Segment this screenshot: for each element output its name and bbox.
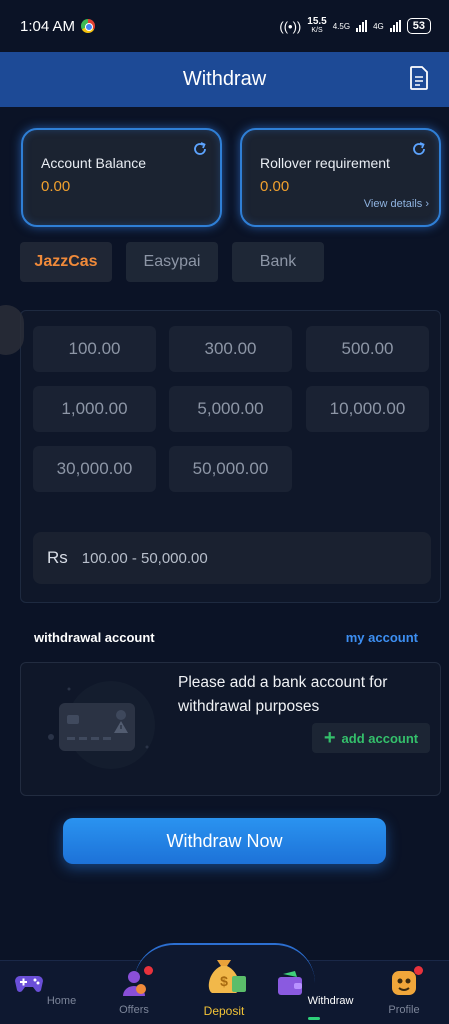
view-details-label: View details (363, 198, 423, 210)
nav-home-label: Home (46, 995, 77, 1007)
svg-text:$: $ (220, 973, 228, 989)
nav-profile-label: Profile (388, 1004, 420, 1016)
tab-easypaisa[interactable]: Easypai (126, 242, 218, 282)
profile-icon (389, 966, 423, 998)
nav-home[interactable]: Home (5, 964, 85, 1007)
signal-icon-2 (389, 20, 401, 32)
money-bag-icon: $ (208, 960, 246, 993)
add-account-button[interactable]: + add account (312, 723, 430, 753)
account-balance-value: 0.00 (41, 178, 71, 195)
net-type-1: 4.5G (332, 21, 351, 31)
amount-option[interactable]: 300.00 (169, 326, 292, 372)
withdraw-now-label: Withdraw Now (166, 830, 283, 851)
gamepad-icon (14, 976, 43, 992)
tab-label: Bank (259, 253, 297, 270)
add-account-message: Please add a bank account for withdrawal… (178, 674, 388, 715)
nav-offers[interactable]: Offers (94, 964, 174, 1016)
status-time: 1:04 AM (20, 17, 76, 35)
net-speed-value: 15.5 (307, 16, 327, 27)
top-bar: Withdraw (0, 52, 449, 107)
chevron-right-icon: › (425, 198, 429, 210)
withdrawal-account-title: withdrawal account (34, 630, 155, 645)
page-title: Withdraw (182, 68, 267, 90)
signal-icon (356, 20, 368, 32)
tab-jazzcash[interactable]: JazzCas (20, 242, 112, 282)
floating-side-handle[interactable] (0, 305, 24, 355)
tab-label: JazzCas (34, 253, 98, 270)
tab-label: Easypai (143, 253, 201, 270)
amount-input[interactable]: Rs 100.00 - 50,000.00 (33, 532, 431, 584)
account-balance-label: Account Balance (41, 155, 147, 171)
notification-badge (144, 966, 153, 975)
notification-badge (414, 966, 423, 975)
nav-withdraw[interactable]: Withdraw (274, 964, 354, 1007)
wallet-icon (277, 971, 302, 995)
rollover-value: 0.00 (260, 178, 290, 195)
rollover-label: Rollover requirement (260, 155, 390, 171)
withdrawal-account-box: Please add a bank account for withdrawal… (20, 662, 441, 796)
nav-deposit-label: Deposit (203, 1004, 245, 1018)
battery-icon: 53 (406, 18, 431, 34)
add-account-label: add account (341, 730, 419, 746)
tab-bank[interactable]: Bank (232, 242, 324, 282)
plus-icon: + (323, 727, 336, 749)
nav-offers-label: Offers (119, 1004, 149, 1016)
amount-option[interactable]: 10,000.00 (306, 386, 429, 432)
currency-label: Rs (47, 548, 68, 567)
nav-profile[interactable]: Profile (364, 964, 444, 1016)
status-bar: 1:04 AM ((•)) 15.5 K/S 4.5G 4G 53 (0, 0, 449, 52)
amount-option[interactable]: 50,000.00 (169, 446, 292, 492)
active-tab-indicator (308, 1017, 320, 1020)
view-details-link[interactable]: View details › (364, 198, 429, 210)
bank-card-icon (48, 681, 155, 769)
amount-option[interactable]: 100.00 (33, 326, 156, 372)
hotspot-icon: ((•)) (279, 18, 302, 34)
withdraw-now-button[interactable]: Withdraw Now (63, 818, 386, 864)
amount-option[interactable]: 5,000.00 (169, 386, 292, 432)
offers-icon (119, 966, 153, 998)
document-icon[interactable] (409, 66, 429, 90)
amount-option[interactable]: 1,000.00 (33, 386, 156, 432)
refresh-icon[interactable] (192, 141, 208, 157)
amount-panel: 100.00 300.00 500.00 1,000.00 5,000.00 1… (20, 310, 441, 603)
net-type-2: 4G (373, 21, 384, 31)
chrome-icon (81, 19, 96, 33)
my-account-link[interactable]: my account (346, 630, 418, 645)
rollover-card: Rollover requirement 0.00 View details › (240, 128, 441, 227)
net-speed-unit: K/S (311, 27, 323, 34)
net-speed: 15.5 K/S (307, 17, 326, 35)
amount-option[interactable]: 500.00 (306, 326, 429, 372)
amount-option[interactable]: 30,000.00 (33, 446, 156, 492)
account-balance-card: Account Balance 0.00 (21, 128, 222, 227)
refresh-icon[interactable] (411, 141, 427, 157)
amount-range-placeholder: 100.00 - 50,000.00 (81, 549, 208, 567)
nav-deposit[interactable]: $ Deposit (184, 952, 264, 1018)
nav-withdraw-label: Withdraw (307, 995, 354, 1007)
